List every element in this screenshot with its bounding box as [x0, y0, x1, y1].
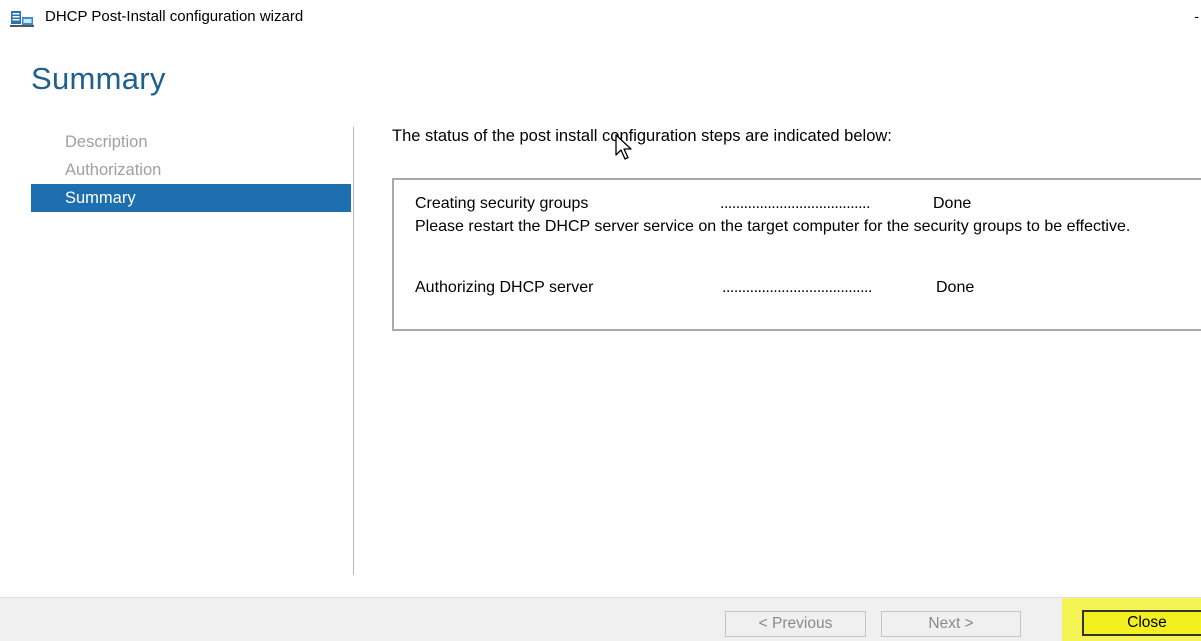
nav-item-description: Description	[65, 133, 148, 151]
next-button[interactable]: Next >	[881, 611, 1021, 637]
window-title: DHCP Post-Install configuration wizard	[45, 8, 304, 25]
step-dots: ......................................	[722, 279, 872, 296]
page-title: Summary	[31, 61, 166, 96]
restart-note: Please restart the DHCP server service o…	[415, 218, 1131, 235]
step-status: Done	[936, 279, 975, 296]
step-dots: ......................................	[720, 195, 870, 212]
title-bar: DHCP Post-Install configuration wizard -	[0, 0, 1201, 36]
step-name: Authorizing DHCP server	[415, 279, 594, 296]
nav-item-authorization: Authorization	[65, 161, 162, 179]
wizard-window: DHCP Post-Install configuration wizard -…	[0, 0, 1201, 641]
step-name: Creating security groups	[415, 195, 589, 212]
nav-divider	[353, 127, 354, 575]
status-panel: Creating security groups ...............…	[392, 178, 1201, 331]
previous-button[interactable]: < Previous	[725, 611, 866, 637]
close-button[interactable]: Close	[1082, 610, 1201, 636]
wizard-footer: < Previous Next >	[0, 597, 1201, 641]
step-status: Done	[933, 195, 972, 212]
server-network-icon	[10, 11, 34, 27]
minimize-button[interactable]: -	[1194, 8, 1199, 24]
wizard-step-nav: Description Authorization Summary	[31, 128, 351, 212]
status-intro-text: The status of the post install configura…	[392, 127, 892, 145]
mouse-pointer-icon	[615, 134, 632, 160]
nav-item-summary[interactable]: Summary	[31, 184, 351, 212]
